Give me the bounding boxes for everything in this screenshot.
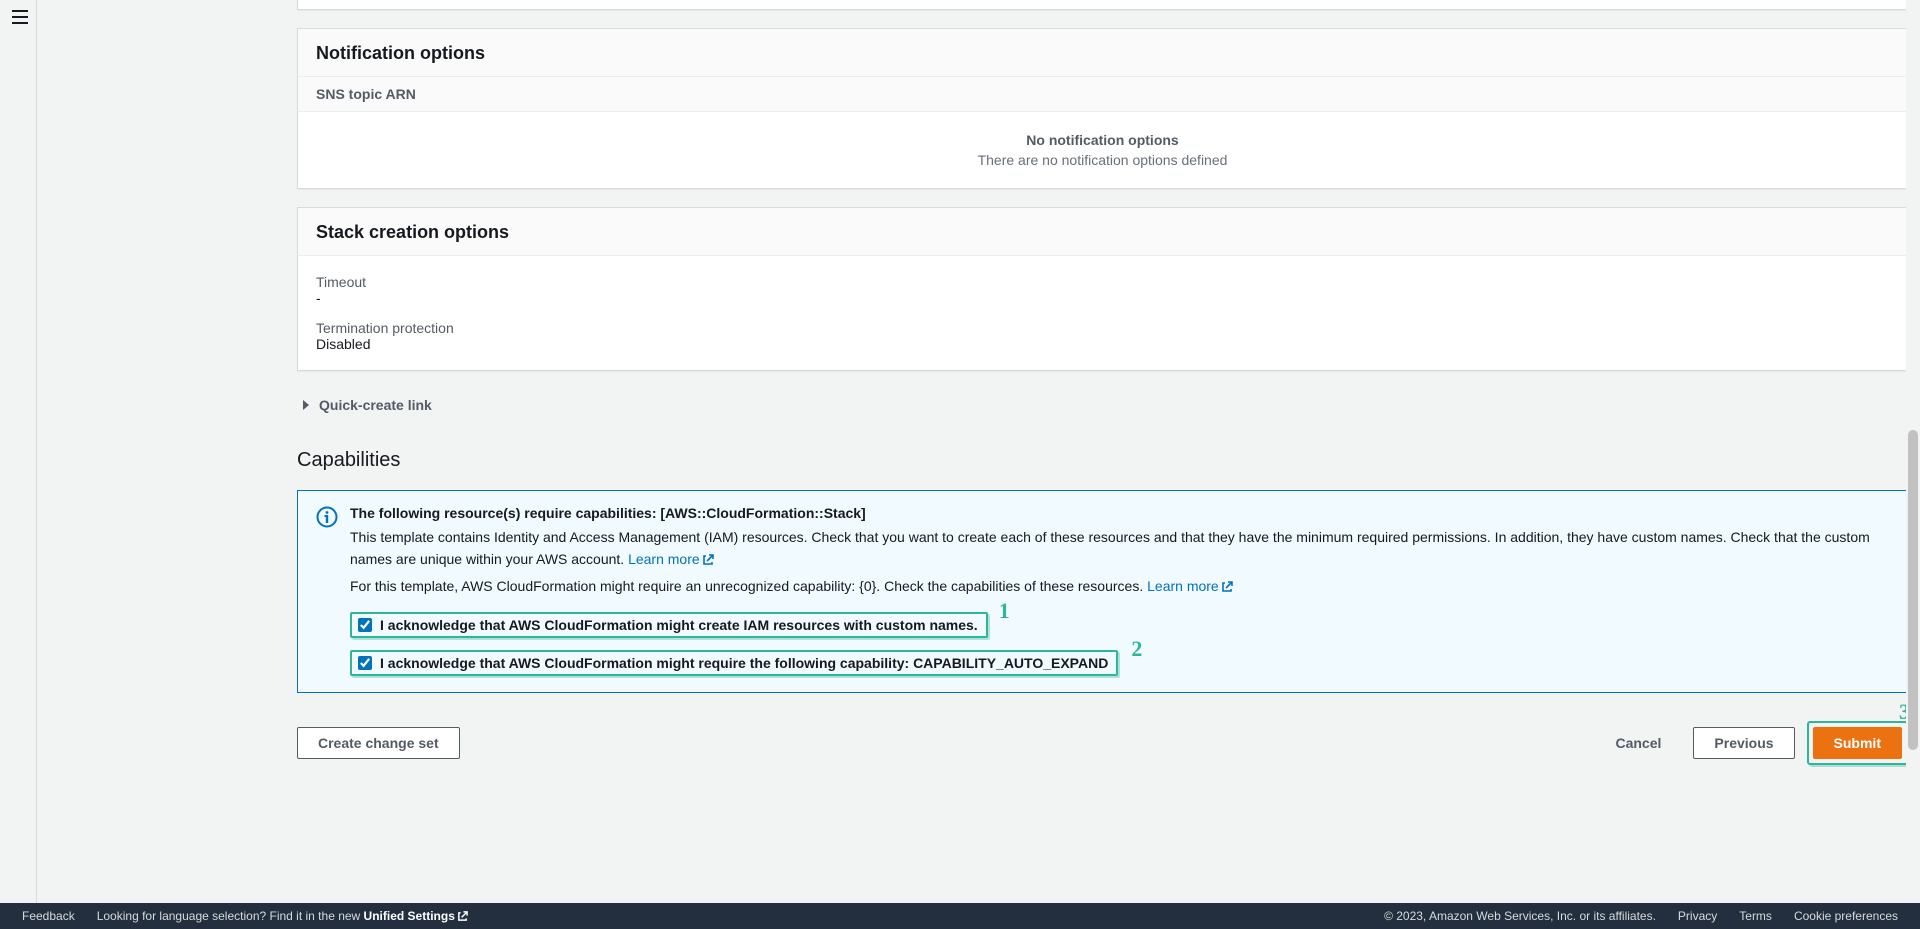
cancel-button[interactable]: Cancel	[1595, 728, 1681, 758]
termination-protection-label: Termination protection	[316, 320, 1889, 336]
ack-auto-expand-row: I acknowledge that AWS CloudFormation mi…	[350, 650, 1118, 676]
info-text-1: This template contains Identity and Acce…	[350, 527, 1889, 570]
capabilities-heading: Capabilities	[297, 449, 1908, 472]
panel-title: Notification options	[316, 43, 1889, 64]
wizard-button-row: Create change set Cancel Previous 3 Subm…	[297, 721, 1908, 805]
external-link-icon	[457, 911, 468, 922]
ack-iam-row: I acknowledge that AWS CloudFormation mi…	[350, 612, 988, 638]
previous-button[interactable]: Previous	[1693, 727, 1794, 759]
notification-options-panel: Notification options SNS topic ARN No no…	[297, 28, 1908, 189]
external-link-icon	[1221, 581, 1233, 593]
feedback-link[interactable]: Feedback	[22, 909, 75, 923]
termination-protection-value: Disabled	[316, 336, 1889, 352]
annotation-2: 2	[1131, 636, 1142, 662]
empty-subtitle: There are no notification options define…	[316, 152, 1889, 168]
console-footer: Feedback Looking for language selection?…	[0, 903, 1920, 929]
sns-topic-arn-header: SNS topic ARN	[298, 76, 1907, 111]
language-prompt: Looking for language selection? Find it …	[97, 909, 468, 923]
terms-link[interactable]: Terms	[1739, 909, 1772, 923]
create-change-set-button[interactable]: Create change set	[297, 727, 460, 759]
ack-iam-label[interactable]: I acknowledge that AWS CloudFormation mi…	[380, 617, 978, 633]
privacy-link[interactable]: Privacy	[1678, 909, 1717, 923]
capabilities-info-box: The following resource(s) require capabi…	[297, 490, 1908, 693]
ack-iam-checkbox[interactable]	[358, 618, 372, 632]
learn-more-link-2[interactable]: Learn more	[1147, 578, 1233, 594]
learn-more-link-1[interactable]: Learn more	[628, 551, 714, 567]
info-icon	[316, 506, 338, 676]
cookie-preferences-link[interactable]: Cookie preferences	[1794, 909, 1898, 923]
external-link-icon	[702, 554, 714, 566]
empty-title: No notification options	[316, 132, 1889, 148]
timeout-label: Timeout	[316, 274, 1889, 290]
ack-auto-expand-checkbox[interactable]	[358, 656, 372, 670]
unified-settings-link[interactable]: Unified Settings	[364, 909, 468, 923]
sidebar-divider	[36, 0, 37, 929]
menu-toggle-icon[interactable]	[12, 10, 28, 27]
previous-panel-edge	[297, 0, 1908, 10]
timeout-value: -	[316, 290, 1889, 306]
info-title: The following resource(s) require capabi…	[350, 505, 1889, 521]
caret-right-icon	[301, 397, 311, 413]
annotation-1: 1	[999, 598, 1010, 624]
ack-auto-expand-label[interactable]: I acknowledge that AWS CloudFormation mi…	[380, 655, 1108, 671]
stack-creation-options-panel: Stack creation options Timeout - Termina…	[297, 207, 1908, 371]
submit-highlight: 3 Submit	[1807, 721, 1908, 765]
copyright-text: © 2023, Amazon Web Services, Inc. or its…	[1384, 909, 1656, 923]
submit-button[interactable]: Submit	[1813, 727, 1902, 759]
info-text-2: For this template, AWS CloudFormation mi…	[350, 576, 1889, 598]
scrollbar-thumb[interactable]	[1908, 430, 1918, 750]
expander-label: Quick-create link	[319, 397, 432, 413]
panel-title: Stack creation options	[316, 222, 1889, 243]
quick-create-link-expander[interactable]: Quick-create link	[297, 387, 1908, 423]
